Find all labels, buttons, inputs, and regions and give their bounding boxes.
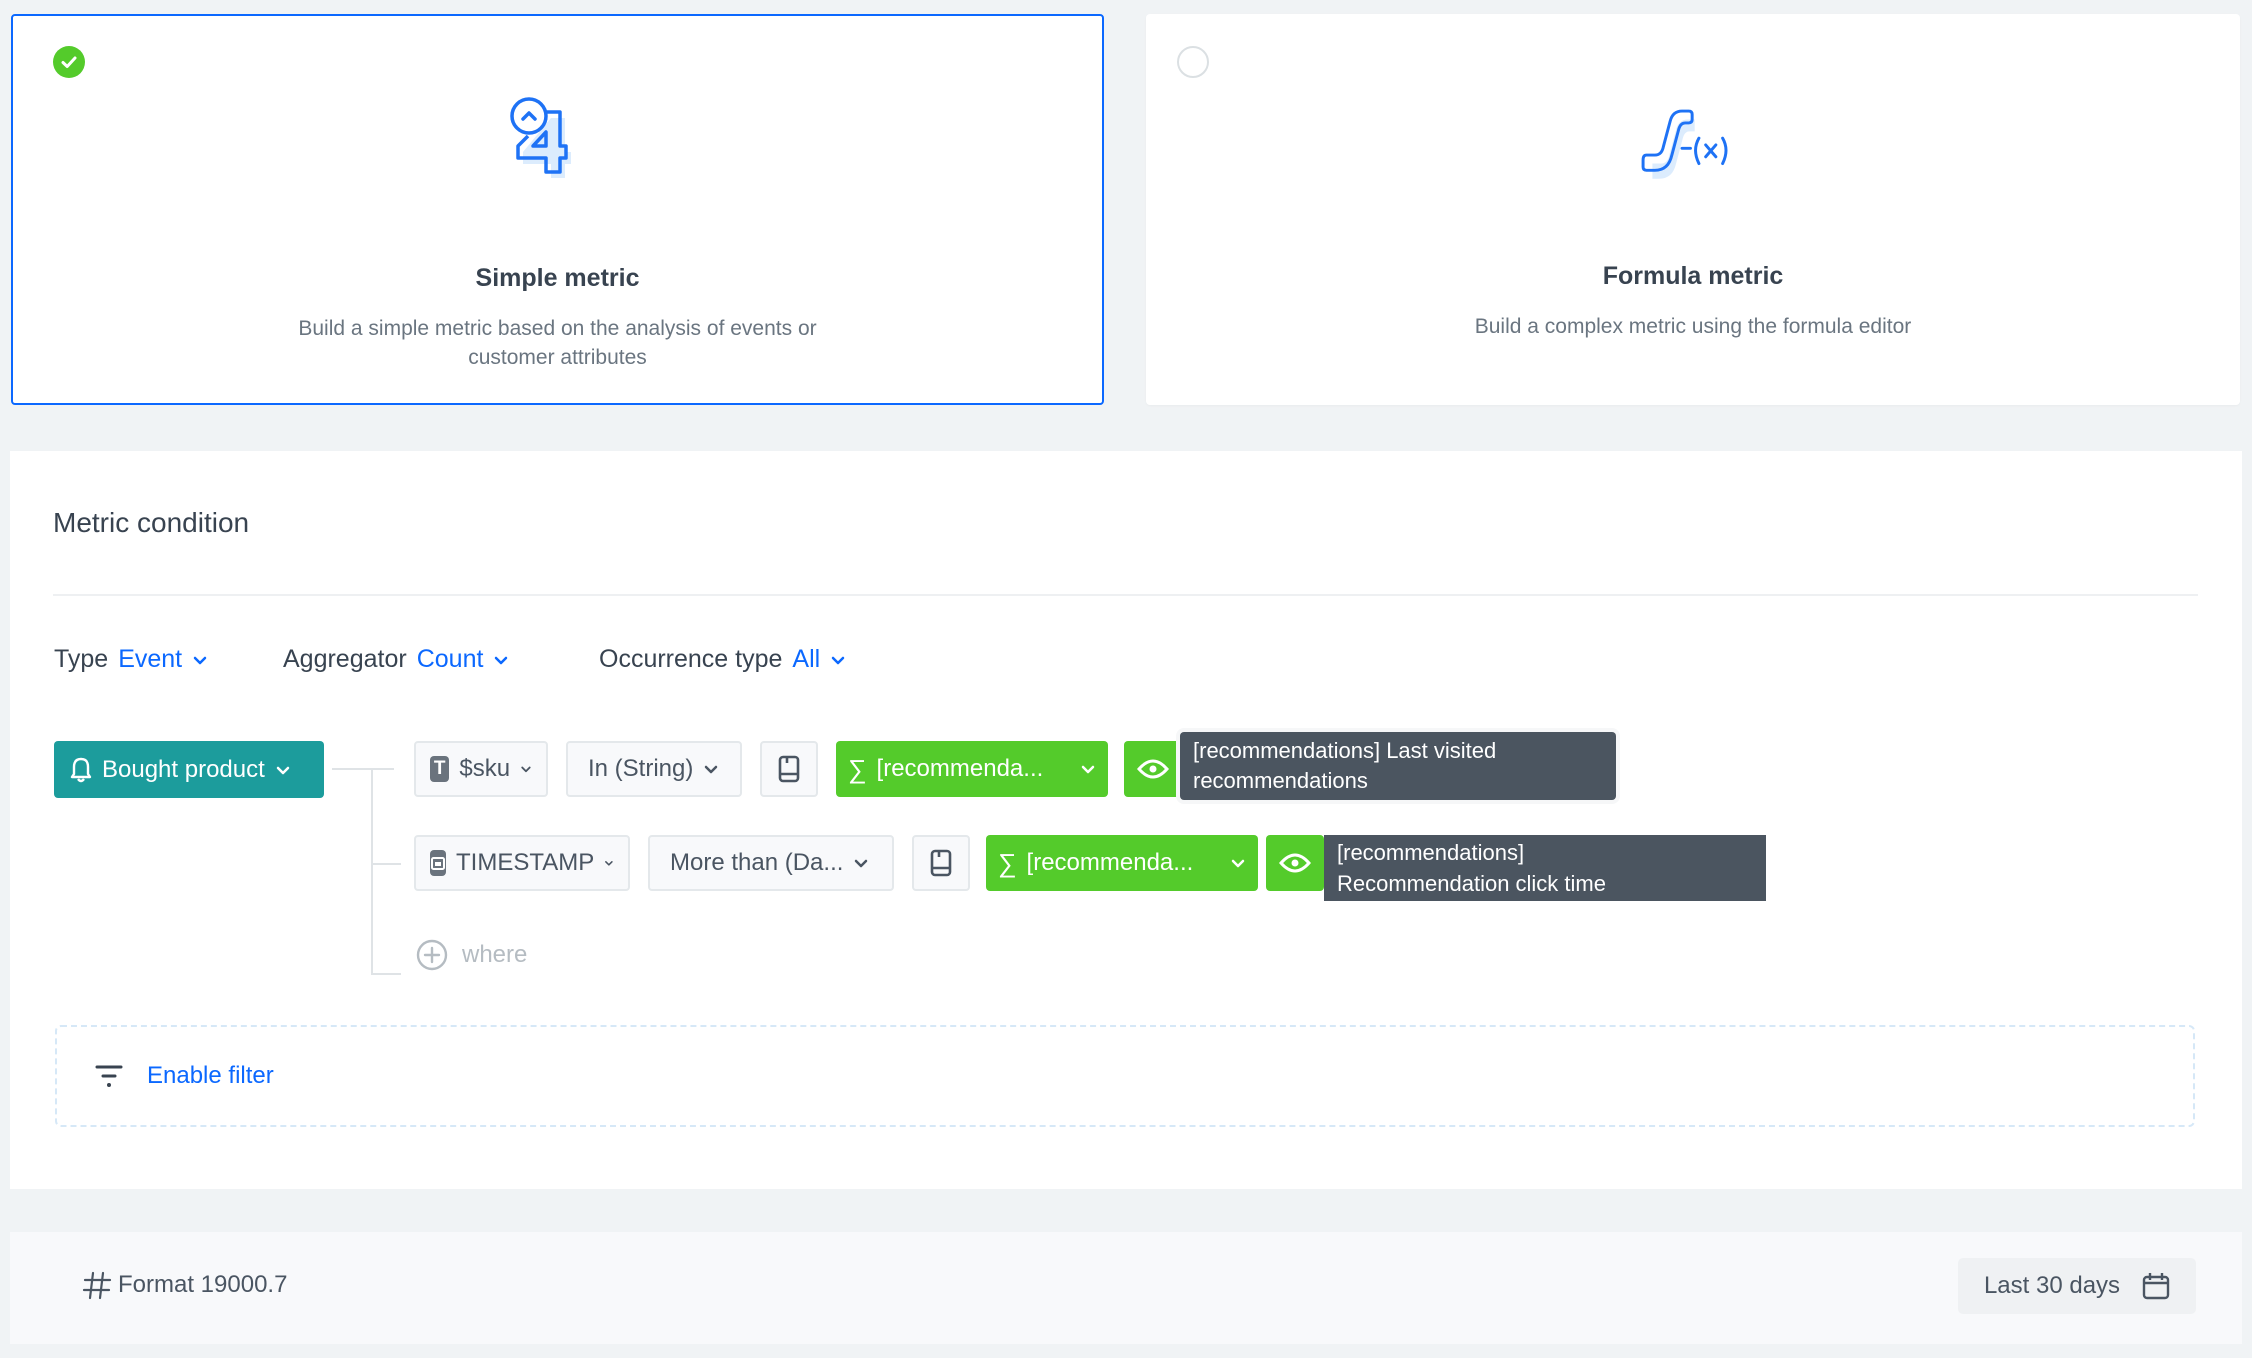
event-label: Bought product <box>102 755 265 783</box>
eye-icon <box>1279 853 1311 873</box>
metric-condition-panel: Metric condition Type Event Aggregator C… <box>10 451 2242 1189</box>
text-type-icon: T <box>430 756 450 782</box>
date-range-button[interactable]: Last 30 days <box>1958 1258 2196 1314</box>
operator-selector[interactable]: More than (Da... <box>648 835 894 891</box>
add-where-button[interactable]: where <box>416 939 527 971</box>
operator-label: More than (Da... <box>670 849 844 876</box>
occurrence-type-label: Occurrence type <box>599 645 783 673</box>
chevron-down-icon <box>855 859 868 868</box>
simple-metric-title: Simple metric <box>475 264 640 292</box>
chevron-down-icon <box>495 656 508 664</box>
simple-metric-card[interactable]: Simple metric Build a simple metric base… <box>11 14 1104 405</box>
formula-metric-title: Formula metric <box>1602 262 1784 290</box>
tooltip: [recommendations] Recommendation click t… <box>1324 835 1766 901</box>
type-selector[interactable]: Type Event <box>54 645 208 674</box>
chevron-down-icon <box>605 861 613 866</box>
chevron-down-icon <box>521 766 531 773</box>
chevron-down-icon <box>705 765 718 774</box>
param-selector[interactable]: T $sku <box>414 741 548 797</box>
date-range-label: Last 30 days <box>1983 1272 2121 1299</box>
param-label: TIMESTAMP <box>456 849 595 876</box>
chevron-down-icon <box>193 656 207 664</box>
value-selector[interactable]: ∑ [recommenda... <box>836 741 1108 797</box>
value-label: [recommenda... <box>876 755 1044 782</box>
chevron-down-icon <box>1231 859 1245 868</box>
book-icon <box>930 849 952 877</box>
chevron-down-icon <box>831 656 845 664</box>
filter-icon <box>95 1065 123 1087</box>
eye-icon <box>1137 759 1169 779</box>
value-selector[interactable]: ∑ [recommenda... <box>986 835 1258 891</box>
sigma-icon: ∑ <box>848 753 867 784</box>
plus-circle-icon <box>416 939 448 971</box>
sigma-icon: ∑ <box>998 847 1017 878</box>
book-icon <box>778 755 800 783</box>
tree-connector <box>332 768 394 770</box>
preview-button[interactable] <box>1266 835 1324 891</box>
tooltip-line: Recommendation click time <box>1337 871 1606 896</box>
hash-icon <box>82 1271 112 1300</box>
aggregator-value[interactable]: Count <box>417 645 484 674</box>
tree-connector <box>371 863 401 865</box>
where-label: where <box>462 941 528 968</box>
tree-connector <box>371 973 401 975</box>
divider <box>53 594 2198 596</box>
operator-selector[interactable]: In (String) <box>566 741 742 797</box>
date-type-icon <box>430 850 446 876</box>
param-label: $sku <box>459 755 511 782</box>
function-fx-icon <box>1641 109 1728 179</box>
radio-button[interactable] <box>1177 46 1209 78</box>
number-four-icon <box>509 97 571 178</box>
catalog-button[interactable] <box>760 741 818 797</box>
type-label: Type <box>54 645 109 673</box>
formula-metric-description: Build a complex metric using the formula… <box>1474 315 1912 338</box>
bell-icon <box>70 757 92 782</box>
catalog-button[interactable] <box>912 835 970 891</box>
type-value[interactable]: Event <box>118 645 182 674</box>
aggregator-selector[interactable]: Aggregator Count <box>283 645 509 674</box>
enable-filter-area[interactable]: Enable filter <box>55 1025 2195 1127</box>
metric-footer: Format 19000.7 Last 30 days <box>10 1232 2242 1344</box>
preview-button[interactable] <box>1124 741 1182 797</box>
tooltip: [recommendations] Last visited recommend… <box>1180 732 1616 800</box>
occurrence-type-selector[interactable]: Occurrence type All <box>599 645 846 674</box>
value-label: [recommenda... <box>1026 849 1194 876</box>
tooltip-line: [recommendations] <box>1337 840 1525 865</box>
occurrence-type-value[interactable]: All <box>792 645 820 674</box>
chevron-down-icon <box>276 766 290 774</box>
event-selector[interactable]: Bought product <box>54 741 324 798</box>
enable-filter-label[interactable]: Enable filter <box>147 1062 274 1090</box>
aggregator-label: Aggregator <box>283 645 407 673</box>
format-label: Format 19000.7 <box>118 1271 288 1298</box>
operator-label: In (String) <box>588 755 694 782</box>
tree-connector <box>371 768 373 975</box>
selected-check-icon[interactable] <box>53 46 85 78</box>
format-selector[interactable]: Format 19000.7 <box>82 1270 287 1300</box>
chevron-down-icon <box>1081 765 1095 774</box>
calendar-icon <box>2142 1273 2170 1300</box>
metric-condition-title: Metric condition <box>53 507 250 538</box>
param-selector[interactable]: TIMESTAMP <box>414 835 630 891</box>
simple-metric-description: Build a simple metric based on the analy… <box>298 317 817 369</box>
formula-metric-card[interactable]: Formula metric Build a complex metric us… <box>1146 14 2240 405</box>
